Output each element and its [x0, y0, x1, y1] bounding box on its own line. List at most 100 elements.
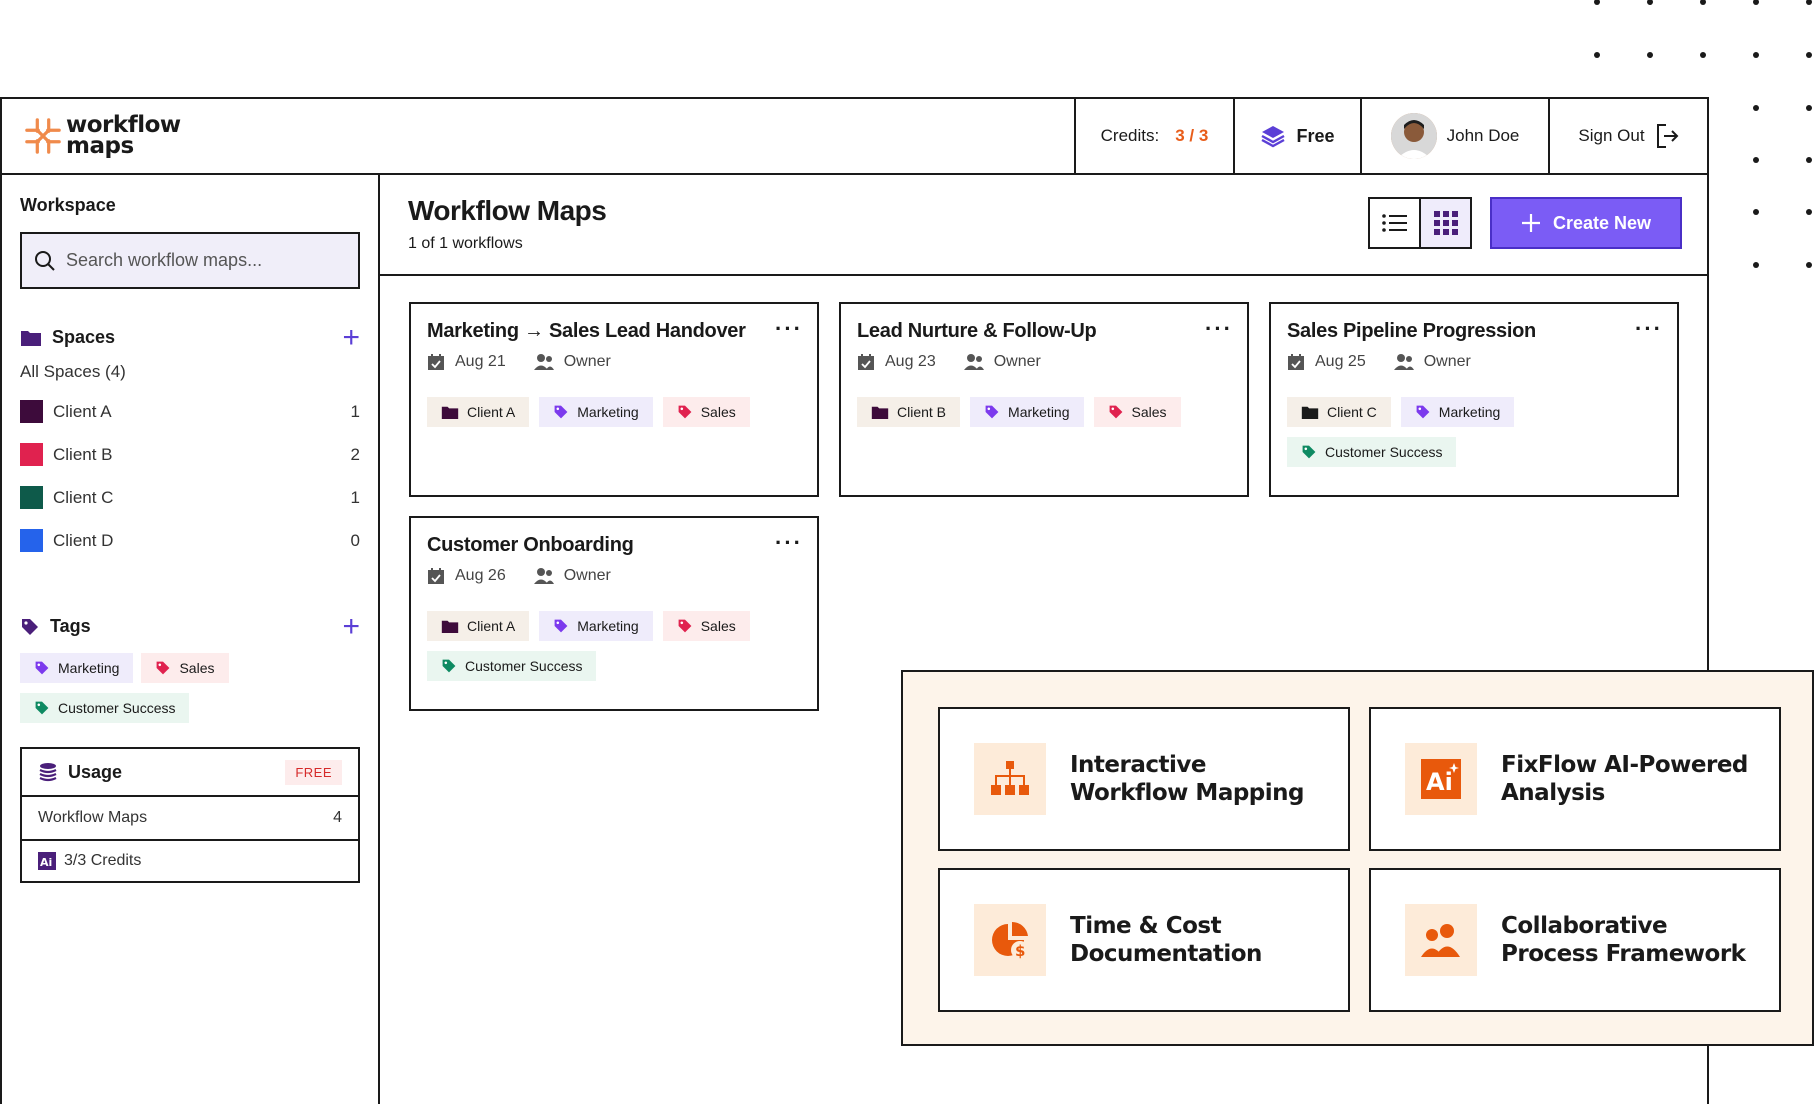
tag-icon — [985, 405, 999, 419]
card-meta: Aug 25 Owner — [1287, 353, 1661, 371]
plan-button[interactable]: Free — [1233, 99, 1360, 173]
card-date: Aug 25 — [1315, 353, 1366, 370]
tag-customer-success[interactable]: Customer Success — [427, 651, 597, 681]
tags-title: Tags — [50, 616, 91, 636]
tag-icon — [35, 701, 49, 715]
tag-sales[interactable]: Sales — [1093, 397, 1181, 427]
tag-icon — [554, 405, 568, 419]
tag-label: Marketing — [1008, 404, 1070, 420]
usage-label: 3/3 Credits — [64, 852, 142, 869]
svg-text:Ai: Ai — [40, 856, 52, 869]
card-more-button[interactable]: ··· — [1635, 316, 1663, 342]
list-view-button[interactable] — [1370, 199, 1419, 247]
grid-view-button[interactable] — [1419, 199, 1470, 247]
card-date: Aug 21 — [455, 353, 506, 370]
card-more-button[interactable]: ··· — [775, 316, 803, 342]
space-chip[interactable]: Client A — [427, 397, 530, 427]
tag-label: Customer Success — [465, 658, 583, 674]
avatar — [1390, 113, 1437, 159]
card-role: Owner — [563, 353, 611, 370]
user-menu[interactable]: John Doe — [1360, 99, 1548, 173]
sidebar-item-client-d[interactable]: Client D 0 — [20, 519, 360, 562]
feature-title-line: Documentation — [1070, 941, 1262, 967]
tag-label: Marketing — [577, 404, 639, 420]
svg-text:Ai: Ai — [1426, 768, 1453, 796]
folder-icon — [1301, 406, 1319, 419]
layers-icon — [1261, 126, 1286, 148]
workflow-card[interactable]: Lead Nurture & Follow-Up ··· Aug 23 Owne… — [839, 302, 1249, 497]
sidebar-item-client-b[interactable]: Client B 2 — [20, 433, 360, 476]
tag-customer-success[interactable]: Customer Success — [1287, 437, 1457, 467]
feature-title: FixFlow AI-Powered Analysis — [1501, 751, 1748, 807]
tag-sales[interactable]: Sales — [141, 653, 229, 683]
folder-icon — [441, 406, 459, 419]
grid-icon — [1433, 211, 1458, 235]
space-chip[interactable]: Client C — [1287, 397, 1391, 427]
sidebar-item-client-a[interactable]: Client A 1 — [20, 390, 360, 433]
tag-sales[interactable]: Sales — [662, 397, 750, 427]
usage-row-workflow-maps: Workflow Maps 4 — [22, 797, 358, 839]
sidebar-item-client-c[interactable]: Client C 1 — [20, 476, 360, 519]
page-title: Workflow Maps — [408, 195, 607, 226]
space-chip-label: Client B — [897, 404, 947, 420]
tag-marketing[interactable]: Marketing — [539, 611, 653, 641]
tag-marketing[interactable]: Marketing — [1400, 397, 1515, 427]
tag-marketing[interactable]: Marketing — [20, 653, 134, 683]
workflow-card[interactable]: Customer Onboarding ··· Aug 26 Owner Cli… — [409, 516, 819, 711]
card-more-button[interactable]: ··· — [775, 530, 803, 556]
tag-icon — [678, 405, 692, 419]
usage-header: Usage FREE — [22, 749, 358, 797]
search-input[interactable]: Search workflow maps... — [20, 232, 360, 289]
feature-title-line: Process Framework — [1501, 941, 1746, 967]
card-role: Owner — [563, 567, 611, 584]
feature-title: Collaborative Process Framework — [1501, 912, 1746, 968]
folder-icon — [21, 330, 41, 346]
card-role: Owner — [993, 353, 1041, 370]
space-chip-label: Client A — [467, 618, 516, 634]
space-name: Client A — [53, 401, 112, 421]
card-tags: Client A Marketing Sales Customer Succes… — [427, 611, 801, 681]
feature-card-collaborative: Collaborative Process Framework — [1369, 868, 1781, 1012]
card-more-button[interactable]: ··· — [1205, 316, 1233, 342]
tag-icon — [157, 661, 170, 675]
calendar-icon — [428, 568, 444, 584]
tag-label: Marketing — [1438, 404, 1501, 420]
space-chip[interactable]: Client B — [857, 397, 961, 427]
tag-marketing[interactable]: Marketing — [539, 397, 653, 427]
space-chip[interactable]: Client A — [427, 611, 530, 641]
workflow-card[interactable]: Marketing → Sales Lead Handover ··· Aug … — [409, 302, 819, 497]
top-header: workflow maps Credits: 3 / 3 Free John D… — [2, 99, 1707, 175]
tag-icon — [1109, 405, 1122, 419]
add-tag-button[interactable]: + — [342, 611, 360, 641]
card-role: Owner — [1423, 353, 1471, 370]
feature-title-line: Workflow Mapping — [1070, 780, 1305, 806]
feature-title-line: FixFlow AI-Powered — [1501, 752, 1748, 778]
tag-customer-success[interactable]: Customer Success — [20, 693, 190, 723]
feature-card-interactive-mapping: Interactive Workflow Mapping — [938, 707, 1350, 851]
tag-label: Marketing — [577, 618, 639, 634]
tag-sales[interactable]: Sales — [662, 611, 750, 641]
credits-value: 3 / 3 — [1175, 126, 1209, 145]
space-color-swatch — [20, 529, 43, 552]
usage-panel: Usage FREE Workflow Maps 4 Ai 3/3 Credit… — [20, 747, 360, 883]
create-new-button[interactable]: Create New — [1490, 197, 1682, 249]
search-placeholder: Search workflow maps... — [66, 250, 263, 270]
plus-icon — [1521, 214, 1540, 232]
brand-logo[interactable]: workflow maps — [2, 99, 1074, 173]
feature-title-line: Time & Cost — [1070, 913, 1222, 939]
usage-row-credits: Ai 3/3 Credits — [22, 839, 358, 881]
svg-text:$: $ — [1015, 942, 1025, 960]
workflow-card[interactable]: Sales Pipeline Progression ··· Aug 25 Ow… — [1269, 302, 1679, 497]
sign-out-button[interactable]: Sign Out — [1548, 99, 1707, 173]
coins-icon — [39, 763, 57, 782]
add-space-button[interactable]: + — [342, 322, 360, 352]
all-spaces-link[interactable]: All Spaces (4) — [20, 362, 360, 382]
usage-value: 4 — [333, 809, 342, 826]
list-icon — [1381, 214, 1407, 232]
space-name: Client B — [53, 444, 113, 464]
spaces-header: Spaces + — [20, 322, 360, 352]
tag-marketing[interactable]: Marketing — [970, 397, 1084, 427]
card-tags: Client C Marketing Customer Success — [1287, 397, 1661, 467]
tag-list: Marketing Sales Customer Success — [20, 653, 320, 723]
users-icon — [533, 354, 554, 370]
